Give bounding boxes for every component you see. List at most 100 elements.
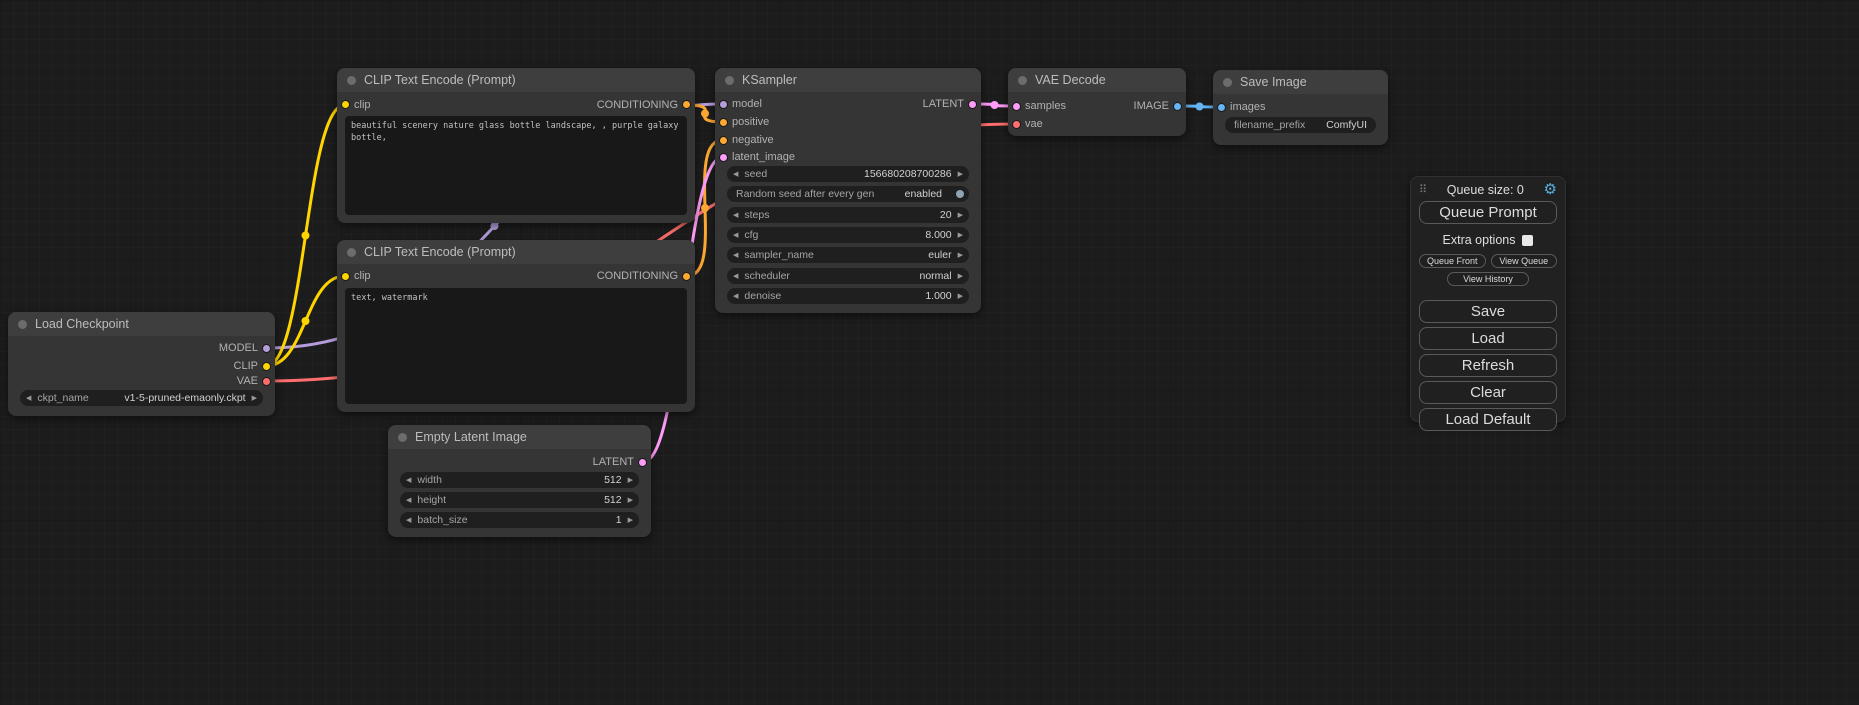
input-slot-clip[interactable]: [341, 272, 350, 281]
node-empty-latent-image[interactable]: Empty Latent Image LATENT ◀ width 512 ▶ …: [388, 425, 651, 537]
decrement-arrow-icon[interactable]: ◀: [727, 292, 744, 300]
input-slot-positive[interactable]: [719, 118, 728, 127]
view-queue-button[interactable]: View Queue: [1491, 254, 1558, 268]
steps-widget[interactable]: ◀ steps 20 ▶: [727, 207, 969, 223]
widget-label: scheduler: [744, 270, 790, 282]
denoise-widget[interactable]: ◀ denoise 1.000 ▶: [727, 288, 969, 304]
increment-arrow-icon[interactable]: ▶: [952, 170, 969, 178]
node-vae-decode[interactable]: VAE Decode samples vae IMAGE: [1008, 68, 1186, 136]
next-value-arrow-icon[interactable]: ▶: [952, 251, 969, 259]
collapse-toggle-icon[interactable]: [725, 76, 734, 85]
input-slot-images[interactable]: [1217, 103, 1226, 112]
drag-handle-icon[interactable]: ⠿: [1419, 183, 1427, 196]
negative-prompt-textarea[interactable]: text, watermark: [345, 288, 687, 404]
collapse-toggle-icon[interactable]: [398, 433, 407, 442]
input-label-clip: clip: [354, 98, 371, 112]
scheduler-widget[interactable]: ◀ scheduler normal ▶: [727, 268, 969, 284]
node-load-checkpoint[interactable]: Load Checkpoint MODEL CLIP VAE ◀ ckpt_na…: [8, 312, 275, 416]
positive-prompt-textarea[interactable]: beautiful scenery nature glass bottle la…: [345, 116, 687, 215]
toggle-indicator[interactable]: [956, 190, 964, 198]
output-slot-image[interactable]: [1173, 102, 1182, 111]
decrement-arrow-icon[interactable]: ◀: [400, 496, 417, 504]
increment-arrow-icon[interactable]: ▶: [622, 496, 639, 504]
random-seed-toggle-widget[interactable]: Random seed after every gen enabled: [727, 186, 969, 202]
save-button[interactable]: Save: [1419, 300, 1557, 323]
output-slot-latent[interactable]: [968, 100, 977, 109]
node-clip-text-encode-positive[interactable]: CLIP Text Encode (Prompt) clip CONDITION…: [337, 68, 695, 223]
output-label-model: MODEL: [219, 341, 258, 355]
node-ksampler[interactable]: KSampler model positive negative latent_…: [715, 68, 981, 313]
increment-arrow-icon[interactable]: ▶: [952, 231, 969, 239]
filename-prefix-widget[interactable]: filename_prefix ComfyUI: [1225, 117, 1376, 133]
seed-widget[interactable]: ◀ seed 156680208700286 ▶: [727, 166, 969, 182]
input-label-images: images: [1230, 100, 1265, 114]
increment-arrow-icon[interactable]: ▶: [622, 476, 639, 484]
height-widget[interactable]: ◀ height 512 ▶: [400, 492, 639, 508]
prev-value-arrow-icon[interactable]: ◀: [20, 394, 37, 402]
collapse-toggle-icon[interactable]: [347, 248, 356, 257]
queue-front-button[interactable]: Queue Front: [1419, 254, 1486, 268]
next-value-arrow-icon[interactable]: ▶: [952, 272, 969, 280]
output-slot-conditioning[interactable]: [682, 272, 691, 281]
widget-value: v1-5-pruned-emaonly.ckpt: [124, 392, 245, 404]
output-slot-vae[interactable]: [262, 377, 271, 386]
node-titlebar[interactable]: Save Image: [1213, 70, 1388, 94]
node-titlebar[interactable]: VAE Decode: [1008, 68, 1186, 92]
ckpt-name-widget[interactable]: ◀ ckpt_name v1-5-pruned-emaonly.ckpt ▶: [20, 390, 263, 406]
prev-value-arrow-icon[interactable]: ◀: [727, 272, 744, 280]
settings-gear-icon[interactable]: ⚙: [1544, 182, 1557, 197]
load-default-button[interactable]: Load Default: [1419, 408, 1557, 431]
node-titlebar[interactable]: Load Checkpoint: [8, 312, 275, 336]
increment-arrow-icon[interactable]: ▶: [622, 516, 639, 524]
input-slot-clip[interactable]: [341, 100, 350, 109]
input-slot-latent-image[interactable]: [719, 153, 728, 162]
input-label-samples: samples: [1025, 99, 1066, 113]
node-save-image[interactable]: Save Image images filename_prefix ComfyU…: [1213, 70, 1388, 145]
output-label-latent: LATENT: [593, 455, 634, 469]
decrement-arrow-icon[interactable]: ◀: [727, 170, 744, 178]
input-slot-negative[interactable]: [719, 136, 728, 145]
comfyui-canvas[interactable]: { "slot_colors": { "MODEL": "#B39DDB", "…: [0, 0, 1859, 705]
queue-prompt-button[interactable]: Queue Prompt: [1419, 201, 1557, 224]
input-slot-vae[interactable]: [1012, 120, 1021, 129]
output-slot-latent[interactable]: [638, 458, 647, 467]
node-titlebar[interactable]: Empty Latent Image: [388, 425, 651, 449]
output-slot-conditioning[interactable]: [682, 100, 691, 109]
view-history-button[interactable]: View History: [1447, 272, 1529, 286]
cfg-widget[interactable]: ◀ cfg 8.000 ▶: [727, 227, 969, 243]
input-slot-samples[interactable]: [1012, 102, 1021, 111]
widget-label: cfg: [744, 229, 758, 241]
load-button[interactable]: Load: [1419, 327, 1557, 350]
input-label-clip: clip: [354, 269, 371, 283]
collapse-toggle-icon[interactable]: [1018, 76, 1027, 85]
input-label-latent-image: latent_image: [732, 150, 795, 164]
output-slot-clip[interactable]: [262, 362, 271, 371]
extra-options-checkbox[interactable]: [1522, 235, 1533, 246]
collapse-toggle-icon[interactable]: [18, 320, 27, 329]
increment-arrow-icon[interactable]: ▶: [952, 292, 969, 300]
output-slot-model[interactable]: [262, 344, 271, 353]
widget-label: seed: [744, 168, 767, 180]
input-slot-model[interactable]: [719, 100, 728, 109]
decrement-arrow-icon[interactable]: ◀: [727, 231, 744, 239]
node-clip-text-encode-negative[interactable]: CLIP Text Encode (Prompt) clip CONDITION…: [337, 240, 695, 412]
decrement-arrow-icon[interactable]: ◀: [400, 516, 417, 524]
collapse-toggle-icon[interactable]: [347, 76, 356, 85]
node-titlebar[interactable]: KSampler: [715, 68, 981, 92]
queue-actions-row: Queue Front View Queue: [1419, 254, 1557, 268]
next-value-arrow-icon[interactable]: ▶: [246, 394, 263, 402]
sampler-name-widget[interactable]: ◀ sampler_name euler ▶: [727, 247, 969, 263]
clear-button[interactable]: Clear: [1419, 381, 1557, 404]
decrement-arrow-icon[interactable]: ◀: [727, 211, 744, 219]
increment-arrow-icon[interactable]: ▶: [952, 211, 969, 219]
prev-value-arrow-icon[interactable]: ◀: [727, 251, 744, 259]
refresh-button[interactable]: Refresh: [1419, 354, 1557, 377]
collapse-toggle-icon[interactable]: [1223, 78, 1232, 87]
node-titlebar[interactable]: CLIP Text Encode (Prompt): [337, 240, 695, 264]
decrement-arrow-icon[interactable]: ◀: [400, 476, 417, 484]
widget-value: ComfyUI: [1326, 119, 1376, 131]
node-titlebar[interactable]: CLIP Text Encode (Prompt): [337, 68, 695, 92]
width-widget[interactable]: ◀ width 512 ▶: [400, 472, 639, 488]
widget-label: steps: [744, 209, 769, 221]
batch-size-widget[interactable]: ◀ batch_size 1 ▶: [400, 512, 639, 528]
